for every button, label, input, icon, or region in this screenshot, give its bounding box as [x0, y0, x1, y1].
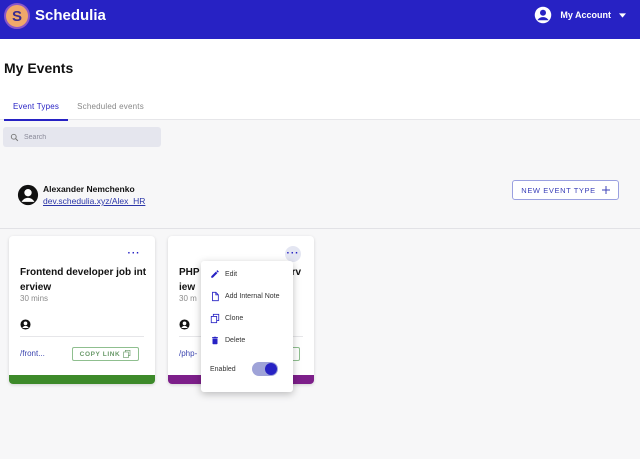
copy-link-label: COPY LINK — [79, 350, 121, 358]
section-divider — [0, 228, 640, 229]
event-card-title-start: PHP — [179, 267, 200, 278]
menu-item-label: Delete — [225, 337, 246, 344]
toggle-knob — [265, 363, 277, 375]
account-label: My Account — [560, 10, 611, 20]
card-separator — [20, 336, 144, 337]
user-avatar-icon — [17, 184, 39, 206]
tab-scheduled-events[interactable]: Scheduled events — [68, 99, 153, 121]
menu-item-label: Add Internal Note — [225, 293, 280, 300]
search-box — [3, 127, 161, 147]
event-card-link[interactable]: /php- — [179, 349, 197, 358]
event-card-link[interactable]: /front... — [20, 349, 45, 358]
copy-icon — [210, 313, 220, 324]
user-profile: Alexander Nemchenko dev.schedulia.xyz/Al… — [17, 184, 145, 206]
copy-link-button[interactable]: COPY LINK — [72, 347, 139, 361]
menu-item-label: Edit — [225, 270, 238, 278]
caret-down-icon — [619, 12, 626, 18]
trash-icon — [212, 336, 218, 345]
user-scheduling-link[interactable]: dev.schedulia.xyz/Alex_HR — [43, 196, 145, 206]
card-context-menu: Edit Add Internal Note Clone Delete Enab… — [201, 261, 293, 392]
tab-event-types[interactable]: Event Types — [4, 99, 69, 121]
new-event-type-button[interactable]: NEW EVENT TYPE — [512, 180, 619, 200]
brand-name[interactable]: Schedulia — [35, 7, 106, 24]
menu-item-delete[interactable]: Delete — [210, 335, 245, 346]
menu-item-edit[interactable]: Edit — [210, 269, 237, 279]
user-name: Alexander Nemchenko — [43, 184, 135, 194]
page-title: My Events — [4, 60, 74, 76]
event-card-duration: 30 m — [179, 294, 197, 303]
enabled-label: Enabled — [210, 366, 236, 373]
pencil-icon — [211, 270, 219, 278]
search-input[interactable] — [24, 133, 154, 141]
host-avatar-icon — [179, 319, 190, 330]
host-avatar-icon — [20, 319, 31, 330]
menu-item-label: Clone — [225, 315, 244, 322]
account-menu-button[interactable]: My Account — [534, 6, 626, 24]
card-more-options-button[interactable]: ··· — [285, 246, 301, 262]
search-icon — [10, 133, 19, 141]
enabled-toggle[interactable] — [252, 362, 278, 376]
event-card-frontend[interactable]: ··· Frontend developer job interview 30 … — [9, 236, 155, 384]
note-icon — [212, 291, 219, 302]
card-color-bar — [9, 375, 155, 384]
top-app-bar: S Schedulia My Account — [0, 0, 640, 39]
menu-item-clone[interactable]: Clone — [210, 313, 243, 324]
page-header: My Events Event Types Scheduled events — [0, 39, 640, 121]
new-event-type-label: NEW EVENT TYPE — [521, 185, 596, 195]
account-avatar-icon — [535, 6, 552, 24]
event-card-title: Frontend developer job interview — [20, 267, 147, 293]
tab-bar: Event Types Scheduled events — [4, 99, 153, 121]
app-logo[interactable]: S — [4, 3, 30, 29]
event-card-duration: 30 mins — [20, 294, 49, 303]
copy-icon — [123, 350, 131, 358]
menu-item-add-internal-note[interactable]: Add Internal Note — [210, 291, 279, 302]
card-more-options-button[interactable]: ··· — [126, 246, 142, 262]
event-card-title-line2: iew — [179, 282, 196, 293]
plus-icon — [601, 186, 610, 194]
